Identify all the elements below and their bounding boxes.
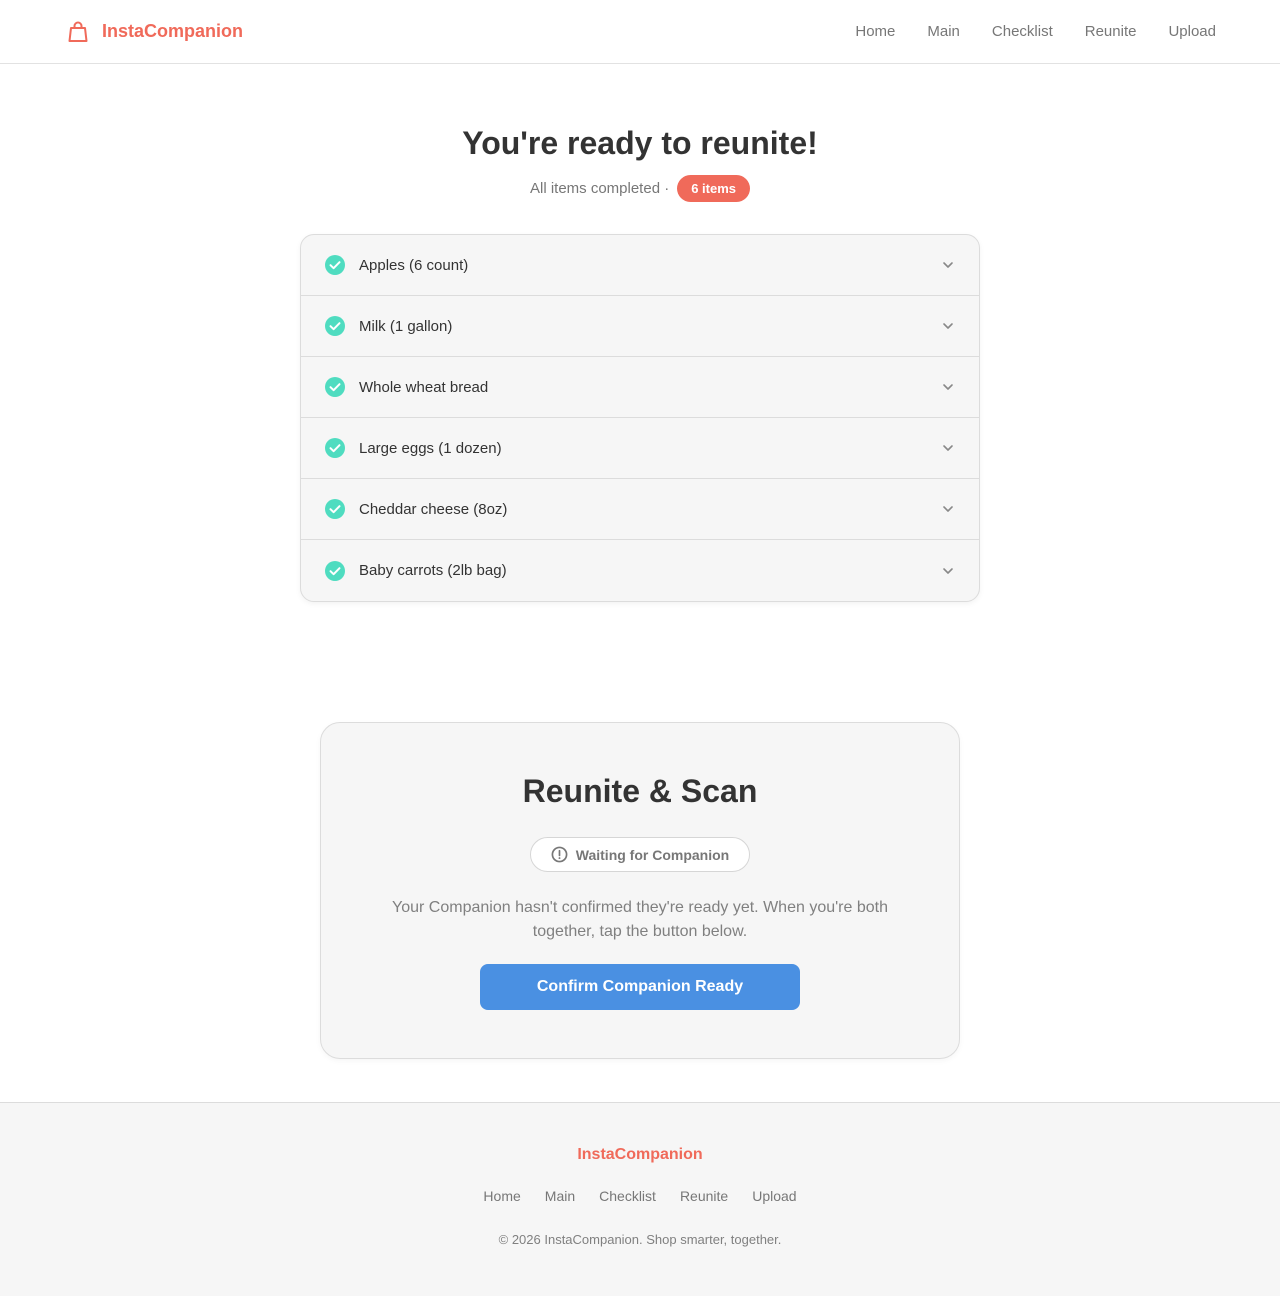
nav-link-reunite[interactable]: Reunite [1085,23,1137,40]
checklist-item[interactable]: Cheddar cheese (8oz) [301,479,979,540]
item-label: Whole wheat bread [359,378,489,396]
footer-link-reunite[interactable]: Reunite [680,1188,728,1204]
item-label: Apples (6 count) [359,256,469,274]
hero-section: You're ready to reunite! All items compl… [0,64,1280,202]
item-label: Milk (1 gallon) [359,317,453,335]
chevron-down-icon[interactable] [941,258,955,272]
footer-link-main[interactable]: Main [545,1188,575,1204]
chevron-down-icon[interactable] [941,441,955,455]
chevron-down-icon[interactable] [941,564,955,578]
item-label: Large eggs (1 dozen) [359,439,502,457]
footer: InstaCompanion Home Main Checklist Reuni… [0,1102,1280,1296]
reunite-title: Reunite & Scan [522,773,758,809]
nav-link-upload[interactable]: Upload [1168,23,1216,40]
item-label: Cheddar cheese (8oz) [359,500,508,518]
checklist-item[interactable]: Whole wheat bread [301,357,979,418]
alert-circle-icon [551,846,568,863]
chevron-down-icon[interactable] [941,380,955,394]
nav-link-home[interactable]: Home [855,23,895,40]
footer-nav: Home Main Checklist Reunite Upload [0,1188,1280,1204]
page-title: You're ready to reunite! [462,125,818,161]
check-circle-icon [325,377,345,397]
checklist-item[interactable]: Apples (6 count) [301,235,979,296]
brand-name: InstaCompanion [102,21,244,41]
reunite-card: Reunite & Scan Waiting for Companion You… [320,722,960,1059]
completion-text: All items completed · [529,180,670,197]
brand-logo[interactable]: InstaCompanion [66,20,243,44]
footer-link-home[interactable]: Home [483,1188,520,1204]
item-label: Baby carrots (2lb bag) [359,562,507,579]
top-nav-bar: InstaCompanion Home Main Checklist Reuni… [0,0,1280,64]
checklist-item[interactable]: Baby carrots (2lb bag) [301,540,979,601]
check-circle-icon [325,499,345,519]
reunite-description: Your Companion hasn't confirmed they're … [392,899,888,940]
footer-link-checklist[interactable]: Checklist [599,1188,656,1204]
chevron-down-icon[interactable] [941,319,955,333]
nav-link-main[interactable]: Main [927,23,960,40]
checklist-item[interactable]: Large eggs (1 dozen) [301,418,979,479]
check-circle-icon [325,255,345,275]
check-circle-icon [325,316,345,336]
completion-summary: All items completed · 6 items [0,175,1280,202]
item-count-badge: 6 items [677,175,751,202]
status-badge: Waiting for Companion [530,837,750,872]
footer-brand[interactable]: InstaCompanion [0,1146,1280,1164]
check-circle-icon [325,560,345,581]
shopping-bag-icon [68,21,88,42]
status-text: Waiting for Companion [575,846,730,863]
main-nav: Home Main Checklist Reunite Upload [855,23,1216,40]
checklist-card: Apples (6 count) Milk (1 gallon) Whole w… [300,234,980,602]
nav-link-checklist[interactable]: Checklist [992,23,1053,40]
chevron-down-icon[interactable] [941,502,955,516]
footer-link-upload[interactable]: Upload [752,1188,796,1204]
confirm-companion-ready-button[interactable]: Confirm Companion Ready [480,964,800,1010]
copyright-text: © 2026 InstaCompanion. Shop smarter, tog… [498,1232,782,1247]
checklist-item[interactable]: Milk (1 gallon) [301,296,979,357]
check-circle-icon [325,438,345,458]
